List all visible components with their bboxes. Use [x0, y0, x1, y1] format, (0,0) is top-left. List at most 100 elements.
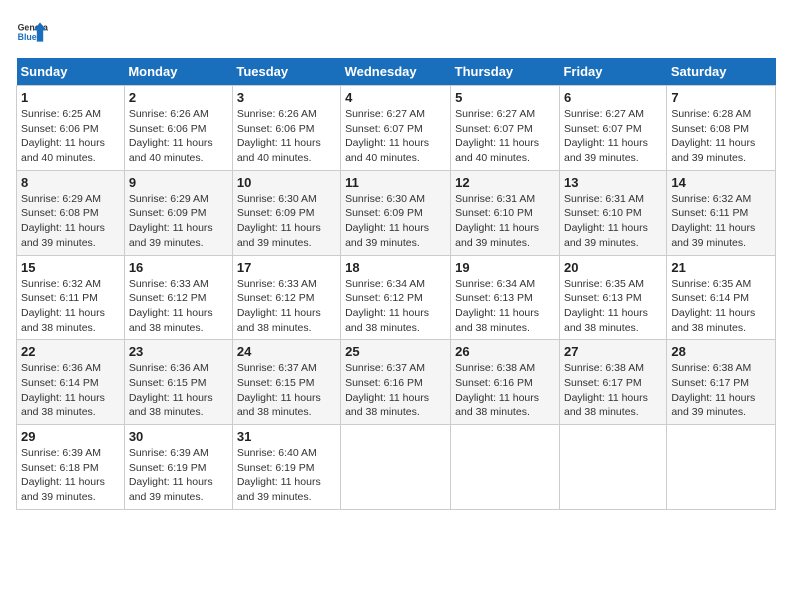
calendar-cell: 10 Sunrise: 6:30 AMSunset: 6:09 PMDayligh… — [232, 170, 340, 255]
day-number: 5 — [455, 90, 555, 105]
calendar-week-row: 29 Sunrise: 6:39 AMSunset: 6:18 PMDayligh… — [17, 425, 776, 510]
calendar-cell: 3Sunrise: 6:26 AMSunset: 6:06 PMDaylight… — [232, 86, 340, 171]
day-info: Sunrise: 6:37 AMSunset: 6:15 PMDaylight:… — [237, 361, 336, 420]
calendar-cell: 5Sunrise: 6:27 AMSunset: 6:07 PMDaylight… — [451, 86, 560, 171]
calendar-cell: 1 Sunrise: 6:25 AMSunset: 6:06 PMDaylight… — [17, 86, 125, 171]
day-number: 30 — [129, 429, 228, 444]
day-info: Sunrise: 6:25 AMSunset: 6:06 PMDaylight:… — [21, 107, 120, 166]
calendar-cell — [667, 425, 776, 510]
calendar-cell — [341, 425, 451, 510]
day-info: Sunrise: 6:40 AMSunset: 6:19 PMDaylight:… — [237, 446, 336, 505]
day-info: Sunrise: 6:28 AMSunset: 6:08 PMDaylight:… — [671, 107, 771, 166]
day-of-week-header: Tuesday — [232, 58, 340, 86]
day-info: Sunrise: 6:33 AMSunset: 6:12 PMDaylight:… — [237, 277, 336, 336]
svg-text:Blue: Blue — [18, 32, 37, 42]
calendar-cell: 19 Sunrise: 6:34 AMSunset: 6:13 PMDayligh… — [451, 255, 560, 340]
day-number: 18 — [345, 260, 446, 275]
day-number: 26 — [455, 344, 555, 359]
calendar-cell — [559, 425, 666, 510]
day-number: 27 — [564, 344, 662, 359]
day-number: 24 — [237, 344, 336, 359]
day-number: 12 — [455, 175, 555, 190]
day-number: 11 — [345, 175, 446, 190]
calendar-cell: 28 Sunrise: 6:38 AMSunset: 6:17 PMDayligh… — [667, 340, 776, 425]
calendar-cell: 30 Sunrise: 6:39 AMSunset: 6:19 PMDayligh… — [124, 425, 232, 510]
day-info: Sunrise: 6:34 AMSunset: 6:13 PMDaylight:… — [455, 277, 555, 336]
day-info: Sunrise: 6:29 AMSunset: 6:08 PMDaylight:… — [21, 192, 120, 251]
day-of-week-header: Sunday — [17, 58, 125, 86]
day-number: 1 — [21, 90, 120, 105]
calendar-cell: 31 Sunrise: 6:40 AMSunset: 6:19 PMDayligh… — [232, 425, 340, 510]
calendar-cell: 8 Sunrise: 6:29 AMSunset: 6:08 PMDaylight… — [17, 170, 125, 255]
day-number: 23 — [129, 344, 228, 359]
day-number: 9 — [129, 175, 228, 190]
day-number: 19 — [455, 260, 555, 275]
calendar-cell: 9 Sunrise: 6:29 AMSunset: 6:09 PMDaylight… — [124, 170, 232, 255]
day-info: Sunrise: 6:39 AMSunset: 6:19 PMDaylight:… — [129, 446, 228, 505]
day-info: Sunrise: 6:38 AMSunset: 6:17 PMDaylight:… — [564, 361, 662, 420]
calendar-cell: 16 Sunrise: 6:33 AMSunset: 6:12 PMDayligh… — [124, 255, 232, 340]
day-info: Sunrise: 6:32 AMSunset: 6:11 PMDaylight:… — [671, 192, 771, 251]
day-number: 25 — [345, 344, 446, 359]
day-number: 21 — [671, 260, 771, 275]
calendar-cell: 25 Sunrise: 6:37 AMSunset: 6:16 PMDayligh… — [341, 340, 451, 425]
day-info: Sunrise: 6:38 AMSunset: 6:16 PMDaylight:… — [455, 361, 555, 420]
day-number: 29 — [21, 429, 120, 444]
day-info: Sunrise: 6:31 AMSunset: 6:10 PMDaylight:… — [455, 192, 555, 251]
day-number: 28 — [671, 344, 771, 359]
day-info: Sunrise: 6:26 AMSunset: 6:06 PMDaylight:… — [237, 107, 336, 166]
day-number: 31 — [237, 429, 336, 444]
day-info: Sunrise: 6:34 AMSunset: 6:12 PMDaylight:… — [345, 277, 446, 336]
day-info: Sunrise: 6:26 AMSunset: 6:06 PMDaylight:… — [129, 107, 228, 166]
calendar-cell: 18 Sunrise: 6:34 AMSunset: 6:12 PMDayligh… — [341, 255, 451, 340]
day-info: Sunrise: 6:38 AMSunset: 6:17 PMDaylight:… — [671, 361, 771, 420]
calendar-cell: 15 Sunrise: 6:32 AMSunset: 6:11 PMDayligh… — [17, 255, 125, 340]
day-info: Sunrise: 6:31 AMSunset: 6:10 PMDaylight:… — [564, 192, 662, 251]
day-number: 17 — [237, 260, 336, 275]
calendar-week-row: 1 Sunrise: 6:25 AMSunset: 6:06 PMDaylight… — [17, 86, 776, 171]
day-info: Sunrise: 6:29 AMSunset: 6:09 PMDaylight:… — [129, 192, 228, 251]
calendar-cell: 17 Sunrise: 6:33 AMSunset: 6:12 PMDayligh… — [232, 255, 340, 340]
calendar-cell: 21 Sunrise: 6:35 AMSunset: 6:14 PMDayligh… — [667, 255, 776, 340]
calendar-week-row: 22Sunrise: 6:36 AMSunset: 6:14 PMDayligh… — [17, 340, 776, 425]
calendar-table: SundayMondayTuesdayWednesdayThursdayFrid… — [16, 58, 776, 510]
calendar-week-row: 8 Sunrise: 6:29 AMSunset: 6:08 PMDaylight… — [17, 170, 776, 255]
day-info: Sunrise: 6:39 AMSunset: 6:18 PMDaylight:… — [21, 446, 120, 505]
day-info: Sunrise: 6:37 AMSunset: 6:16 PMDaylight:… — [345, 361, 446, 420]
day-info: Sunrise: 6:27 AMSunset: 6:07 PMDaylight:… — [345, 107, 446, 166]
day-number: 6 — [564, 90, 662, 105]
day-of-week-header: Monday — [124, 58, 232, 86]
day-info: Sunrise: 6:36 AMSunset: 6:15 PMDaylight:… — [129, 361, 228, 420]
calendar-cell — [451, 425, 560, 510]
calendar-cell: 22Sunrise: 6:36 AMSunset: 6:14 PMDayligh… — [17, 340, 125, 425]
day-number: 4 — [345, 90, 446, 105]
calendar-cell: 13 Sunrise: 6:31 AMSunset: 6:10 PMDayligh… — [559, 170, 666, 255]
calendar-cell: 11 Sunrise: 6:30 AMSunset: 6:09 PMDayligh… — [341, 170, 451, 255]
day-info: Sunrise: 6:30 AMSunset: 6:09 PMDaylight:… — [237, 192, 336, 251]
day-number: 13 — [564, 175, 662, 190]
day-info: Sunrise: 6:32 AMSunset: 6:11 PMDaylight:… — [21, 277, 120, 336]
calendar-cell: 26 Sunrise: 6:38 AMSunset: 6:16 PMDayligh… — [451, 340, 560, 425]
day-info: Sunrise: 6:33 AMSunset: 6:12 PMDaylight:… — [129, 277, 228, 336]
day-number: 16 — [129, 260, 228, 275]
calendar-cell: 20Sunrise: 6:35 AMSunset: 6:13 PMDayligh… — [559, 255, 666, 340]
calendar-week-row: 15 Sunrise: 6:32 AMSunset: 6:11 PMDayligh… — [17, 255, 776, 340]
header: General Blue — [16, 16, 776, 48]
calendar-cell: 12 Sunrise: 6:31 AMSunset: 6:10 PMDayligh… — [451, 170, 560, 255]
day-number: 14 — [671, 175, 771, 190]
day-number: 15 — [21, 260, 120, 275]
day-info: Sunrise: 6:30 AMSunset: 6:09 PMDaylight:… — [345, 192, 446, 251]
calendar-cell: 14 Sunrise: 6:32 AMSunset: 6:11 PMDayligh… — [667, 170, 776, 255]
day-number: 8 — [21, 175, 120, 190]
day-info: Sunrise: 6:35 AMSunset: 6:14 PMDaylight:… — [671, 277, 771, 336]
calendar-cell: 23 Sunrise: 6:36 AMSunset: 6:15 PMDayligh… — [124, 340, 232, 425]
day-info: Sunrise: 6:27 AMSunset: 6:07 PMDaylight:… — [564, 107, 662, 166]
calendar-cell: 24 Sunrise: 6:37 AMSunset: 6:15 PMDayligh… — [232, 340, 340, 425]
day-number: 20 — [564, 260, 662, 275]
day-of-week-header: Thursday — [451, 58, 560, 86]
day-of-week-header: Wednesday — [341, 58, 451, 86]
day-number: 2 — [129, 90, 228, 105]
day-number: 10 — [237, 175, 336, 190]
calendar-cell: 7Sunrise: 6:28 AMSunset: 6:08 PMDaylight… — [667, 86, 776, 171]
logo: General Blue — [16, 16, 48, 48]
